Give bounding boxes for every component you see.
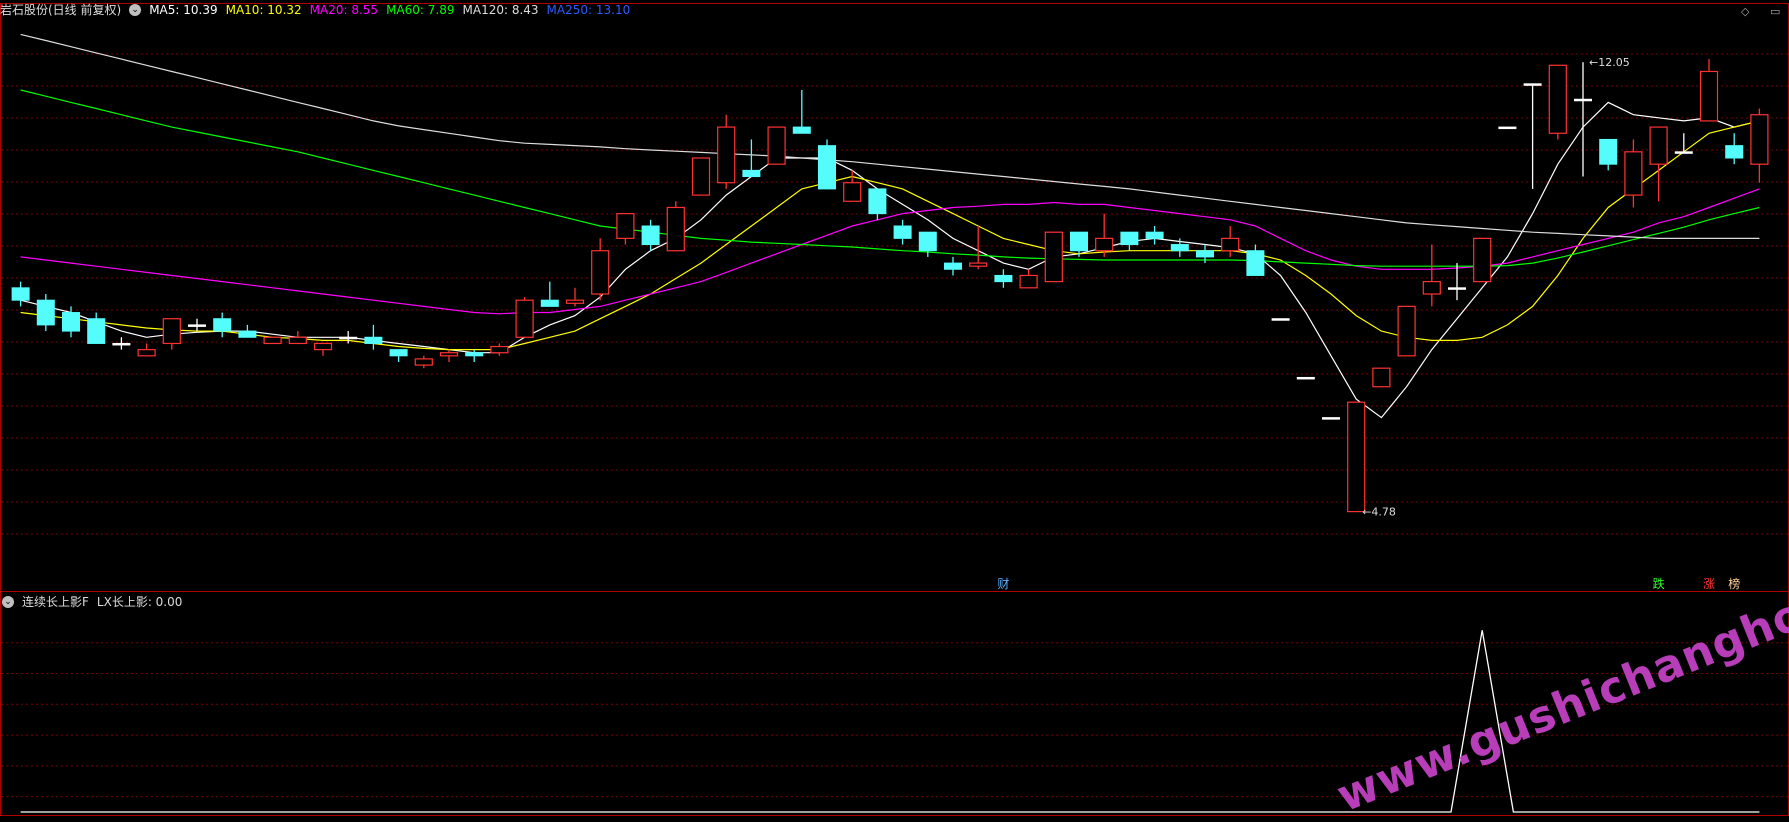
candle-body	[591, 250, 610, 295]
candle-body	[1170, 244, 1189, 252]
candle-body	[540, 299, 559, 307]
settings-toggle-icon[interactable]: ⌄	[129, 4, 142, 16]
candle-body	[1473, 237, 1492, 283]
candle-body	[1649, 126, 1668, 165]
indicator-value: LX长上影: 0.00	[96, 595, 183, 609]
indicator-header: ⌄ 连续长上影F LX长上影: 0.00	[0, 592, 190, 612]
candle-body	[288, 336, 307, 345]
candle-body	[1574, 98, 1592, 102]
event-marker: 财	[997, 577, 1009, 591]
candle-body	[112, 342, 131, 346]
candle-body	[213, 318, 232, 332]
candle-body	[666, 206, 685, 252]
price-annotation: ←12.05	[1589, 56, 1630, 69]
candle-body	[1095, 237, 1114, 252]
candle-body	[1750, 114, 1769, 165]
candle-body	[1523, 83, 1542, 86]
candle-body	[490, 345, 509, 354]
candle-body	[1498, 126, 1517, 130]
candle-body	[1448, 287, 1466, 290]
candle-body	[1422, 281, 1441, 295]
candle-body	[1624, 151, 1643, 196]
ma-line-ma10	[20, 120, 1760, 351]
candle-body	[238, 330, 257, 338]
ma-line-ma60	[20, 89, 1760, 267]
candle-body	[1070, 231, 1088, 252]
candle-body	[1397, 305, 1416, 357]
event-marker: 榜	[1728, 576, 1740, 591]
candle-body	[969, 262, 988, 267]
stock-chart[interactable]: ←12.05 ←4.78 财 跌 涨榜	[0, 0, 1789, 816]
ma-line-ma120	[20, 33, 1760, 239]
candle-body	[893, 225, 912, 239]
candle-body	[994, 274, 1013, 283]
ma-line-ma20	[20, 188, 1760, 315]
candle-body	[767, 126, 786, 165]
candle-body	[918, 231, 937, 252]
candle-body	[1599, 138, 1618, 165]
candle-body	[742, 169, 761, 178]
candle-body	[944, 262, 962, 270]
candle-body	[1120, 231, 1139, 246]
ma5-label: MA5: 10.39	[149, 3, 218, 17]
candle-body	[515, 299, 534, 338]
candle-body	[389, 349, 408, 357]
candle-body	[1725, 145, 1744, 159]
candle-body	[263, 336, 282, 345]
ma20-label: MA20: 8.55	[309, 3, 379, 17]
candle-body	[439, 352, 459, 357]
candle-body	[188, 324, 206, 327]
candle-body	[1296, 376, 1315, 380]
candle-body	[1548, 64, 1567, 134]
candle-body	[616, 213, 635, 239]
candle-body	[162, 318, 181, 345]
ma10-label: MA10: 10.32	[225, 3, 302, 17]
candle-body	[1246, 250, 1265, 276]
candle-body	[1044, 231, 1063, 283]
candle-body	[691, 157, 711, 196]
candle-body	[36, 299, 55, 326]
candle-body	[364, 336, 383, 344]
candle-body	[62, 312, 80, 332]
candle-body	[87, 318, 106, 344]
event-marker: 跌	[1653, 576, 1665, 591]
candle-body	[843, 182, 862, 202]
ma60-label: MA60: 7.89	[386, 3, 455, 17]
candle-body	[313, 342, 333, 351]
price-annotation: ←4.78	[1362, 506, 1396, 519]
candle-body	[1322, 417, 1340, 420]
candle-body	[339, 336, 358, 340]
candle-body	[641, 225, 660, 246]
candle-body	[137, 349, 156, 357]
candle-body	[465, 352, 484, 357]
candle-body	[565, 299, 585, 304]
main-chart-header: 岩石股份(日线 前复权) ⌄ MA5: 10.39 MA10: 10.32 MA…	[0, 0, 638, 20]
candle-body	[414, 358, 433, 366]
candle-body	[1019, 274, 1038, 289]
candle-body	[1221, 237, 1240, 252]
chart-title: 岩石股份(日线 前复权)	[0, 3, 122, 17]
candle-body	[1145, 231, 1164, 239]
chart-frame	[0, 3, 1789, 816]
candle-body	[1196, 250, 1214, 258]
ma120-label: MA120: 8.43	[462, 3, 539, 17]
candle-body	[1347, 401, 1366, 513]
candle-body	[792, 126, 811, 134]
candle-body	[11, 287, 30, 301]
candle-body	[717, 126, 736, 184]
candle-body	[868, 188, 887, 215]
candle-body	[1372, 367, 1391, 388]
indicator-toggle-icon[interactable]: ⌄	[2, 596, 14, 608]
event-marker: 涨	[1703, 576, 1715, 591]
ma250-label: MA250: 13.10	[546, 3, 631, 17]
candle-body	[1271, 318, 1290, 321]
maximize-icon[interactable]: ▭	[1770, 5, 1780, 18]
candle-body	[1699, 70, 1719, 122]
candle-body	[1674, 151, 1693, 154]
candle-body	[818, 145, 836, 190]
diamond-icon[interactable]: ◇	[1741, 5, 1749, 18]
indicator-name: 连续长上影F	[22, 595, 89, 609]
